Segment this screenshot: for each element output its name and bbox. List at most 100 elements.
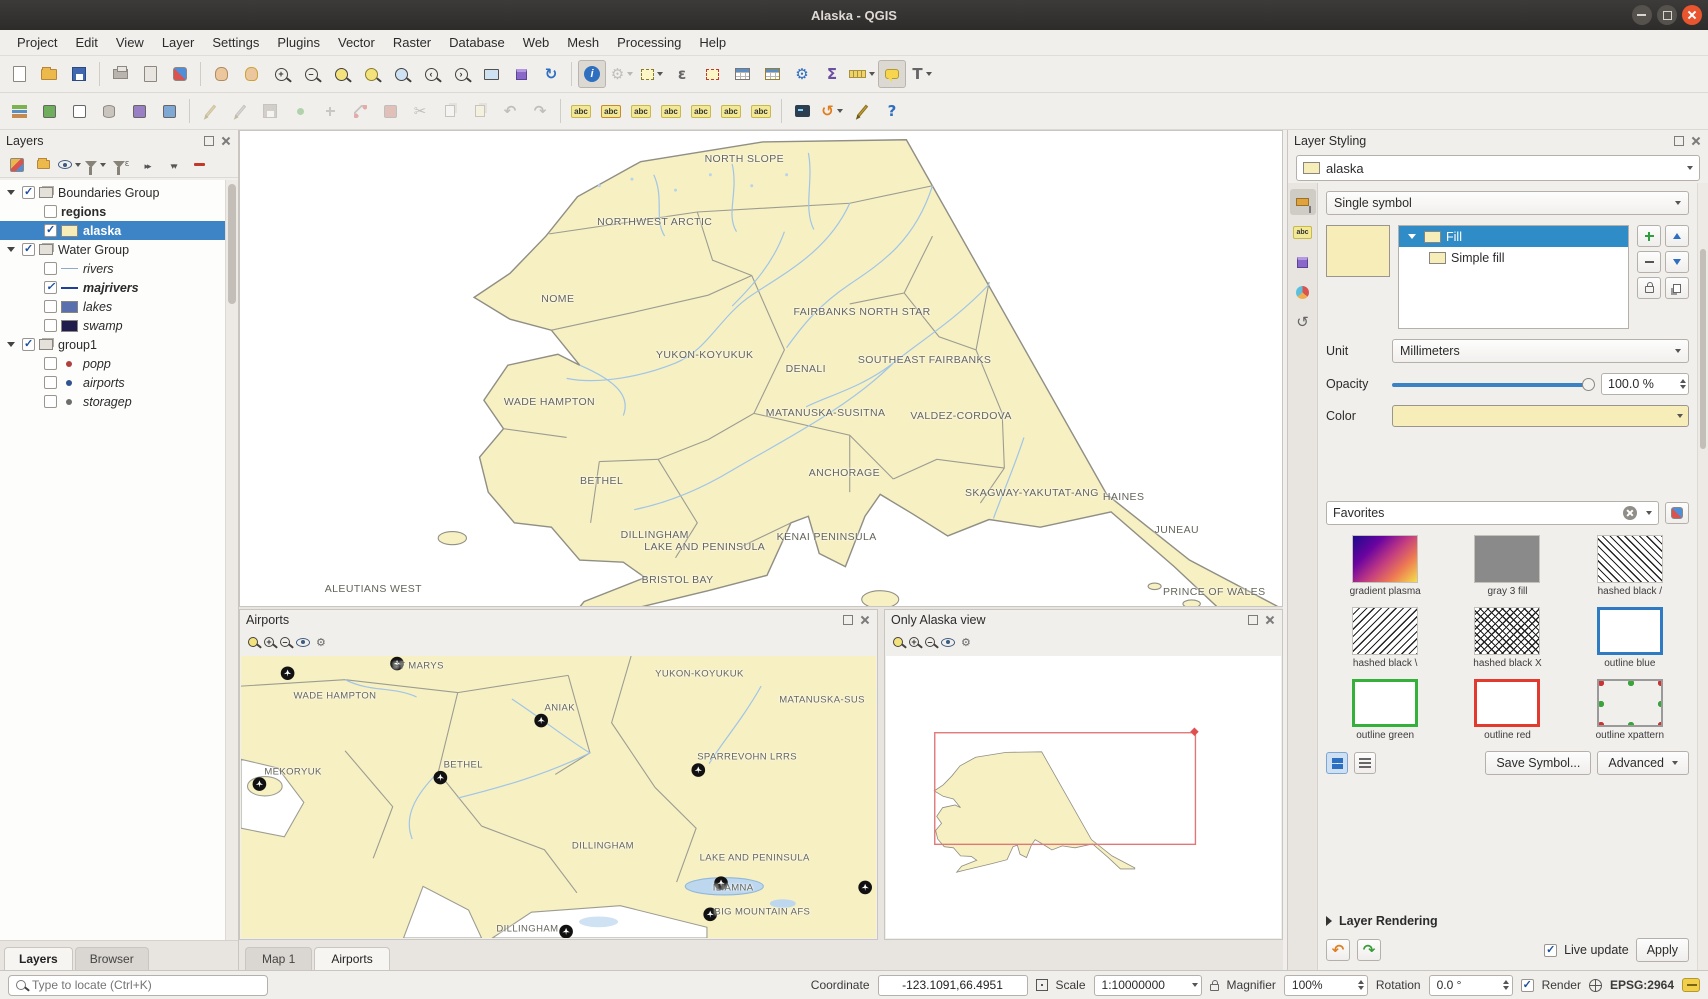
coordinate-input[interactable]	[878, 975, 1028, 996]
layer-row-swamp[interactable]: swamp	[0, 316, 225, 335]
symbol-item-outline-red[interactable]: outline red	[1448, 679, 1566, 741]
new-project-button[interactable]	[5, 60, 33, 88]
tab-3d-view[interactable]	[1290, 249, 1316, 275]
visibility-checkbox[interactable]	[44, 395, 57, 408]
tab-diagrams[interactable]	[1290, 279, 1316, 305]
layer-row-lakes[interactable]: lakes	[0, 297, 225, 316]
zoom-in-button[interactable]	[267, 60, 295, 88]
symbol-search-box[interactable]: Favorites	[1326, 501, 1659, 525]
identify-features-button[interactable]: i	[578, 60, 606, 88]
clear-filter-icon[interactable]	[1623, 506, 1637, 520]
symbol-item-outline-xpattern[interactable]: outline xpattern	[1571, 679, 1689, 741]
renderer-combo[interactable]: Single symbol	[1326, 191, 1689, 215]
refresh-button[interactable]: ↻	[537, 60, 565, 88]
zoom-to-selection-button[interactable]	[357, 60, 385, 88]
visibility-checkbox[interactable]	[22, 243, 35, 256]
zoom-full-button[interactable]	[327, 60, 355, 88]
cut-features-button[interactable]: ✂	[406, 97, 434, 125]
scroll-thumb[interactable]	[228, 184, 236, 304]
data-source-manager-button[interactable]	[5, 97, 33, 125]
layout-manager-button[interactable]	[136, 60, 164, 88]
undock-panel-icon[interactable]	[842, 614, 854, 626]
close-panel-icon[interactable]	[1264, 614, 1276, 626]
new-temporary-scratch-layer-button[interactable]	[125, 97, 153, 125]
lock-symbol-layer-button[interactable]	[1637, 277, 1661, 299]
scale-lock-icon[interactable]	[1210, 984, 1219, 991]
zoom-in-icon[interactable]	[264, 637, 274, 647]
unit-combo[interactable]: Millimeters	[1392, 339, 1689, 363]
menu-settings[interactable]: Settings	[203, 32, 268, 53]
undock-panel-icon[interactable]	[1673, 135, 1685, 147]
undock-panel-icon[interactable]	[203, 135, 215, 147]
move-feature-button[interactable]	[316, 97, 344, 125]
visibility-checkbox[interactable]	[44, 224, 57, 237]
pan-to-selection-button[interactable]	[237, 60, 265, 88]
visibility-checkbox[interactable]	[44, 205, 57, 218]
add-symbol-layer-button[interactable]	[1637, 225, 1661, 247]
zoom-last-button[interactable]: ‹	[417, 60, 445, 88]
tab-browser[interactable]: Browser	[75, 947, 149, 970]
view-settings-icon[interactable]: ⚙	[316, 637, 326, 648]
symbol-row-simple-fill[interactable]: Simple fill	[1399, 247, 1628, 268]
vertex-tool-button[interactable]	[346, 97, 374, 125]
help-button[interactable]: ?	[878, 97, 906, 125]
view-settings-icon[interactable]: ⚙	[961, 637, 971, 648]
zoom-to-layer-button[interactable]	[387, 60, 415, 88]
python-console-button[interactable]	[788, 97, 816, 125]
layer-row-water-group[interactable]: Water Group	[0, 240, 225, 259]
alaska-view-svg[interactable]	[886, 656, 1281, 938]
pin-labels-button[interactable]: abc	[627, 97, 655, 125]
spin-arrows[interactable]	[1358, 980, 1364, 990]
current-edits-button[interactable]	[196, 97, 224, 125]
symbol-item-hashed-black-x[interactable]: hashed black X	[1448, 607, 1566, 669]
visibility-checkbox[interactable]	[44, 357, 57, 370]
magnifier-spin[interactable]: 100%	[1284, 975, 1368, 996]
color-button[interactable]	[1392, 405, 1689, 427]
tab-symbology[interactable]	[1290, 189, 1316, 215]
alaska-view-canvas[interactable]	[886, 656, 1281, 938]
apply-button[interactable]: Apply	[1636, 938, 1689, 962]
menu-mesh[interactable]: Mesh	[558, 32, 608, 53]
layer-row-airports[interactable]: airports	[0, 373, 225, 392]
styling-layer-combo[interactable]: alaska	[1296, 155, 1700, 181]
visibility-checkbox[interactable]	[22, 338, 35, 351]
save-project-button[interactable]	[65, 60, 93, 88]
redo-button[interactable]: ↷	[526, 97, 554, 125]
remove-layer-button[interactable]	[187, 154, 211, 176]
undock-panel-icon[interactable]	[1247, 614, 1259, 626]
open-project-button[interactable]	[35, 60, 63, 88]
menu-layer[interactable]: Layer	[153, 32, 204, 53]
new-geopackage-layer-button[interactable]	[35, 97, 63, 125]
layer-rendering-header[interactable]: Layer Rendering	[1326, 914, 1689, 928]
zoom-next-button[interactable]: ›	[447, 60, 475, 88]
symbol-row-fill[interactable]: Fill	[1399, 226, 1628, 247]
spin-arrows[interactable]	[1680, 379, 1686, 389]
layer-row-rivers[interactable]: rivers	[0, 259, 225, 278]
visibility-checkbox[interactable]	[44, 262, 57, 275]
extents-icon[interactable]	[1036, 979, 1048, 991]
tab-map-1[interactable]: Map 1	[245, 947, 312, 970]
visibility-checkbox[interactable]	[44, 376, 57, 389]
menu-edit[interactable]: Edit	[66, 32, 106, 53]
new-3d-map-button[interactable]	[507, 60, 535, 88]
airports-map-canvas[interactable]: ST MARYS WADE HAMPTON ANIAK YUKON-KOYUKU…	[241, 656, 876, 938]
filter-legend-button[interactable]	[83, 154, 107, 176]
layer-row-majrivers[interactable]: majrivers	[0, 278, 225, 297]
zoom-full-icon[interactable]	[893, 637, 903, 647]
move-symbol-layer-down-button[interactable]	[1665, 251, 1689, 273]
open-attribute-table-button[interactable]	[728, 60, 756, 88]
toggle-editing-button[interactable]	[226, 97, 254, 125]
scale-combo[interactable]: 1:10000000	[1094, 975, 1202, 996]
field-calculator-button[interactable]	[758, 60, 786, 88]
menu-processing[interactable]: Processing	[608, 32, 690, 53]
layer-row-regions[interactable]: regions	[0, 202, 225, 221]
add-group-button[interactable]	[31, 154, 55, 176]
crs-value[interactable]: EPSG:2964	[1610, 978, 1674, 992]
crs-icon[interactable]	[1589, 979, 1602, 992]
style-manager-button[interactable]	[166, 60, 194, 88]
undo-button[interactable]: ↶	[496, 97, 524, 125]
visibility-checkbox[interactable]	[22, 186, 35, 199]
new-print-layout-button[interactable]	[106, 60, 134, 88]
visibility-checkbox[interactable]	[44, 319, 57, 332]
scroll-thumb[interactable]	[1700, 249, 1706, 449]
